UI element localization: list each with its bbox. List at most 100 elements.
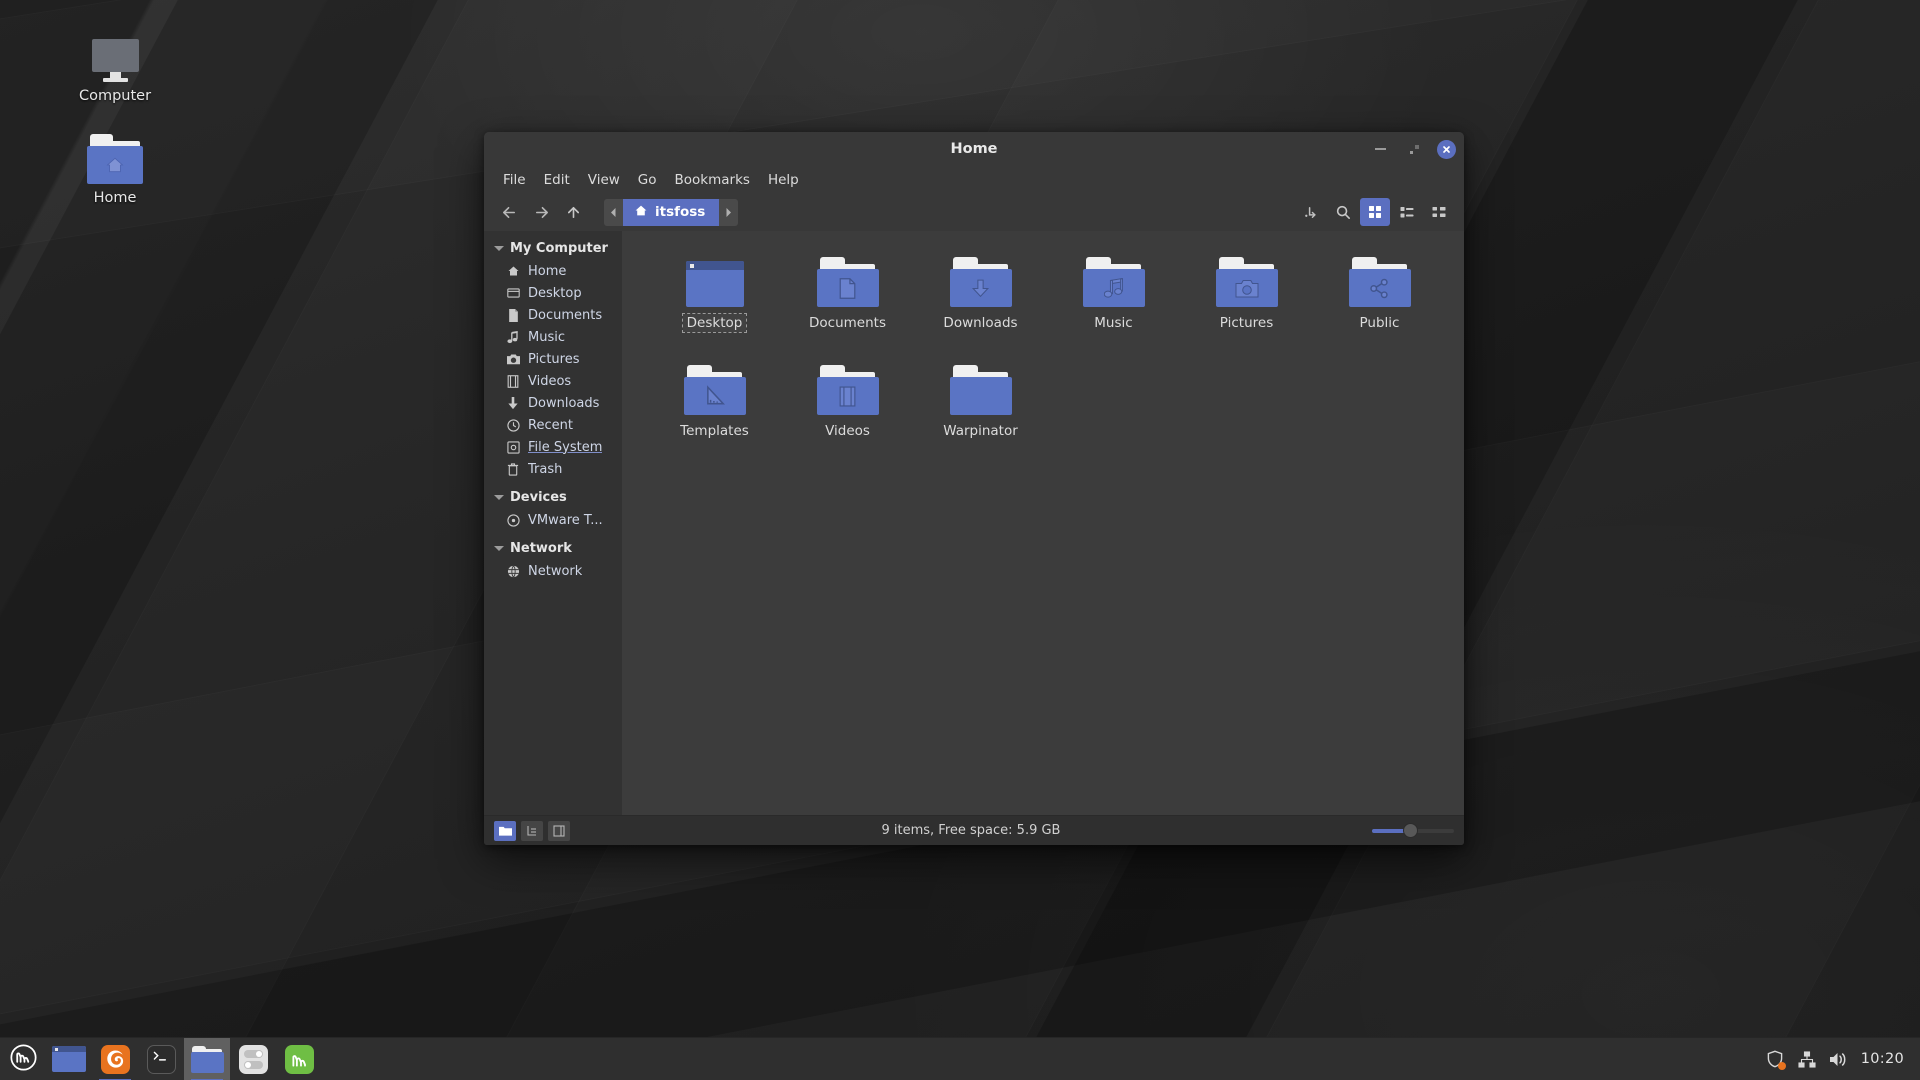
sidebar-item-videos[interactable]: Videos	[484, 370, 622, 392]
file-item-label: Downloads	[939, 314, 1021, 332]
search-icon[interactable]	[1328, 198, 1358, 226]
toggle-sidebar-icon[interactable]	[548, 821, 570, 841]
zoom-slider-knob[interactable]	[1403, 823, 1418, 838]
sidebar-item-label: Desktop	[528, 286, 582, 301]
file-item-documents[interactable]: Documents	[781, 251, 914, 345]
file-item-desktop[interactable]: Desktop	[648, 251, 781, 345]
sidebar-item-music[interactable]: Music	[484, 326, 622, 348]
file-item-public[interactable]: Public	[1313, 251, 1446, 345]
breadcrumb-itsfoss[interactable]: itsfoss	[623, 199, 719, 226]
desktop-icon-home[interactable]: Home	[63, 122, 167, 206]
places-sidebar: My Computer Home Desktop	[484, 231, 622, 815]
folder-music-icon	[1083, 251, 1145, 307]
sidebar-item-label: Recent	[528, 418, 573, 433]
chevron-down-icon	[494, 546, 504, 551]
desktop-icon	[506, 286, 520, 300]
file-list-view[interactable]: Desktop Documents	[622, 231, 1464, 815]
sidebar-item-label: Documents	[528, 308, 602, 323]
window-controls	[1369, 132, 1456, 166]
file-item-pictures[interactable]: Pictures	[1180, 251, 1313, 345]
taskbar-menu-button[interactable]	[0, 1038, 46, 1080]
sidebar-item-label: Music	[528, 330, 565, 345]
system-tray: 10:20	[1765, 1049, 1920, 1069]
harddisk-icon	[506, 440, 520, 454]
treeview-pane-icon[interactable]	[521, 821, 543, 841]
sidebar-section-network[interactable]: Network	[484, 537, 622, 560]
places-pane-icon[interactable]	[494, 821, 516, 841]
clock-icon	[506, 418, 520, 432]
forward-arrow-icon[interactable]	[526, 198, 556, 226]
menu-view[interactable]: View	[579, 169, 629, 191]
sidebar-item-documents[interactable]: Documents	[484, 304, 622, 326]
folder-pictures-icon	[1216, 251, 1278, 307]
sidebar-item-network[interactable]: Network	[484, 560, 622, 582]
file-item-videos[interactable]: Videos	[781, 359, 914, 453]
file-item-label: Pictures	[1216, 314, 1277, 332]
sidebar-item-label: Pictures	[528, 352, 579, 367]
taskbar-show-desktop-button[interactable]	[46, 1038, 92, 1080]
sidebar-item-vmware-tools[interactable]: VMware T...	[484, 509, 622, 531]
menu-bookmarks[interactable]: Bookmarks	[666, 169, 759, 191]
home-icon	[506, 264, 520, 278]
settings-toggles-icon	[239, 1045, 268, 1074]
desktop-icon-computer[interactable]: Computer	[63, 20, 167, 104]
compact-view-icon[interactable]	[1424, 198, 1454, 226]
optical-disc-icon	[506, 513, 520, 527]
file-item-warpinator[interactable]: Warpinator	[914, 359, 1047, 453]
taskbar-file-manager-button[interactable]	[184, 1038, 230, 1080]
sidebar-item-home[interactable]: Home	[484, 260, 622, 282]
path-breadcrumb-bar: itsfoss	[604, 199, 738, 226]
window-body: My Computer Home Desktop	[484, 231, 1464, 815]
home-icon	[634, 204, 648, 221]
taskbar-firefox-button[interactable]	[92, 1038, 138, 1080]
menu-help[interactable]: Help	[759, 169, 808, 191]
toggle-location-entry-icon[interactable]	[1296, 198, 1326, 226]
back-arrow-icon[interactable]	[494, 198, 524, 226]
up-arrow-icon[interactable]	[558, 198, 588, 226]
path-scroll-right-icon[interactable]	[719, 199, 738, 226]
clock[interactable]: 10:20	[1861, 1051, 1904, 1067]
menu-file[interactable]: File	[494, 169, 535, 191]
sidebar-section-devices[interactable]: Devices	[484, 486, 622, 509]
terminal-icon	[147, 1045, 176, 1074]
linux-mint-menu-icon	[10, 1044, 37, 1075]
file-item-music[interactable]: Music	[1047, 251, 1180, 345]
list-view-icon[interactable]	[1392, 198, 1422, 226]
window-titlebar[interactable]: Home	[484, 132, 1464, 166]
icon-view-icon[interactable]	[1360, 198, 1390, 226]
mint-software-icon	[285, 1045, 314, 1074]
sidebar-item-desktop[interactable]: Desktop	[484, 282, 622, 304]
speaker-icon[interactable]	[1829, 1049, 1849, 1069]
minimize-icon[interactable]	[1369, 138, 1391, 160]
zoom-slider[interactable]	[1372, 821, 1454, 841]
file-manager-icon	[191, 1046, 224, 1073]
folder-documents-icon	[817, 251, 879, 307]
sidebar-item-downloads[interactable]: Downloads	[484, 392, 622, 414]
taskbar: 10:20	[0, 1037, 1920, 1080]
sidebar-item-label: Home	[528, 264, 566, 279]
sidebar-item-label: Network	[528, 564, 582, 579]
file-manager-window: Home File Edit View Go Bookmarks Help	[484, 132, 1464, 845]
sidebar-section-my-computer[interactable]: My Computer	[484, 237, 622, 260]
taskbar-software-manager-button[interactable]	[276, 1038, 322, 1080]
sidebar-item-pictures[interactable]: Pictures	[484, 348, 622, 370]
network-icon[interactable]	[1797, 1049, 1817, 1069]
file-item-label: Public	[1356, 314, 1404, 332]
sidebar-item-recent[interactable]: Recent	[484, 414, 622, 436]
menu-edit[interactable]: Edit	[535, 169, 579, 191]
sidebar-item-file-system[interactable]: File System	[484, 436, 622, 458]
path-scroll-left-icon[interactable]	[604, 199, 623, 226]
music-note-icon	[506, 330, 520, 344]
home-folder-icon	[63, 122, 167, 184]
desktop-icon-label: Computer	[63, 88, 167, 104]
maximize-icon[interactable]	[1403, 138, 1425, 160]
document-icon	[506, 308, 520, 322]
taskbar-terminal-button[interactable]	[138, 1038, 184, 1080]
sidebar-item-trash[interactable]: Trash	[484, 458, 622, 480]
file-item-templates[interactable]: Templates	[648, 359, 781, 453]
close-icon[interactable]	[1437, 140, 1456, 159]
shield-icon[interactable]	[1765, 1049, 1785, 1069]
taskbar-settings-button[interactable]	[230, 1038, 276, 1080]
menu-go[interactable]: Go	[629, 169, 666, 191]
file-item-downloads[interactable]: Downloads	[914, 251, 1047, 345]
